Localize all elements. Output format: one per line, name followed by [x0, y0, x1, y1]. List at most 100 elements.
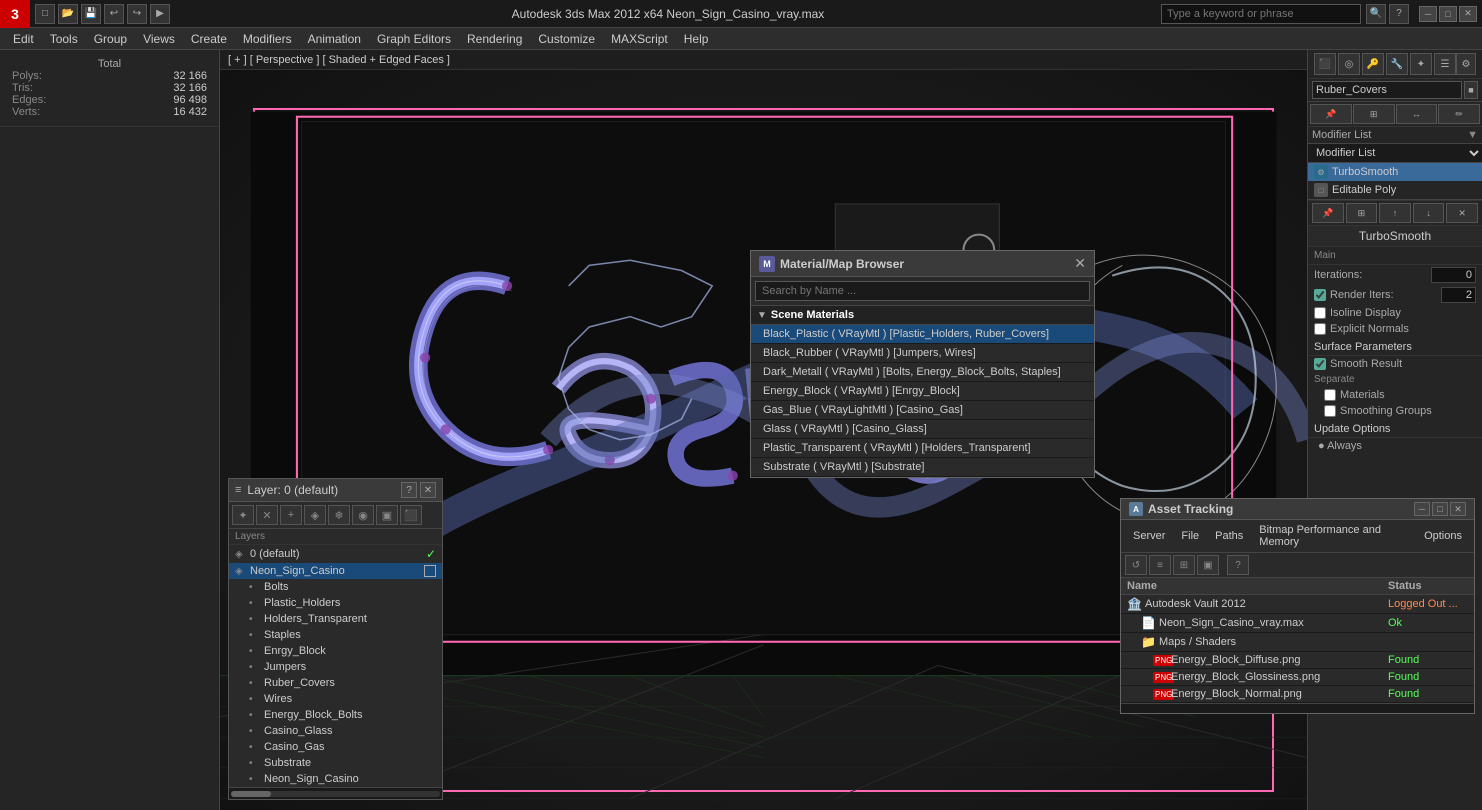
at-menu-server[interactable]: Server — [1125, 528, 1173, 544]
modifier-turbosmooth[interactable]: ⚙ TurboSmooth — [1308, 163, 1482, 181]
select-tab[interactable]: ⊞ — [1353, 104, 1395, 124]
menu-tools[interactable]: Tools — [42, 30, 86, 48]
menu-create[interactable]: Create — [183, 30, 235, 48]
at-restore-button[interactable]: □ — [1432, 502, 1448, 516]
mat-search-input[interactable] — [755, 281, 1090, 301]
rp-icon-1[interactable]: ⬛ — [1314, 53, 1336, 75]
layer-render-button[interactable]: ▣ — [376, 505, 398, 525]
layer-freeze-button[interactable]: ❄ — [328, 505, 350, 525]
layer-close-button[interactable]: ✕ — [420, 482, 436, 498]
menu-customize[interactable]: Customize — [530, 30, 603, 48]
asset-item[interactable]: PNG Energy_Block_Diffuse.png Found — [1121, 652, 1474, 669]
mat-browser-close-button[interactable]: ✕ — [1074, 255, 1086, 272]
at-scrollbar[interactable] — [1121, 703, 1474, 713]
modifier-list-dropdown-icon[interactable]: ▼ — [1467, 129, 1478, 141]
menu-group[interactable]: Group — [86, 30, 135, 48]
layer-item[interactable]: •Holders_Transparent — [229, 611, 442, 627]
expand-modifier-button[interactable]: ⊞ — [1346, 203, 1378, 223]
explicit-normals-checkbox[interactable] — [1314, 323, 1326, 335]
at-grid-view-button[interactable]: ⊞ — [1173, 555, 1195, 575]
edit-tab[interactable]: ✏ — [1438, 104, 1480, 124]
close-button[interactable]: ✕ — [1459, 6, 1477, 22]
material-item[interactable]: Glass ( VRayMtl ) [Casino_Glass] — [751, 420, 1094, 439]
mat-section-header[interactable]: ▼ Scene Materials — [751, 306, 1094, 325]
layer-item[interactable]: •Ruber_Covers — [229, 675, 442, 691]
menu-views[interactable]: Views — [135, 30, 183, 48]
iterations-input[interactable] — [1431, 267, 1476, 283]
at-large-icons-button[interactable]: ▣ — [1197, 555, 1219, 575]
layer-item[interactable]: ◈0 (default)✓ — [229, 545, 442, 563]
xform-tab[interactable]: ↔ — [1396, 104, 1438, 124]
move-down-button[interactable]: ↓ — [1413, 203, 1445, 223]
at-menu-bitmap-perf[interactable]: Bitmap Performance and Memory — [1251, 522, 1416, 550]
tb-redo[interactable]: ↪ — [127, 4, 147, 24]
layer-item[interactable]: •Casino_Gas — [229, 739, 442, 755]
tb-new[interactable]: □ — [35, 4, 55, 24]
layer-item[interactable]: •Bolts — [229, 579, 442, 595]
move-up-button[interactable]: ↑ — [1379, 203, 1411, 223]
material-item[interactable]: Black_Plastic ( VRayMtl ) [Plastic_Holde… — [751, 325, 1094, 344]
material-item[interactable]: Energy_Block ( VRayMtl ) [Enrgy_Block] — [751, 382, 1094, 401]
pin-modifier-button[interactable]: 📌 — [1312, 203, 1344, 223]
menu-help[interactable]: Help — [676, 30, 717, 48]
at-refresh-button[interactable]: ↺ — [1125, 555, 1147, 575]
smoothing-groups-checkbox[interactable] — [1324, 405, 1336, 417]
material-item[interactable]: Substrate ( VRayMtl ) [Substrate] — [751, 458, 1094, 477]
delete-modifier-button[interactable]: ✕ — [1446, 203, 1478, 223]
render-iters-checkbox[interactable] — [1314, 289, 1326, 301]
at-list-view-button[interactable]: ≡ — [1149, 555, 1171, 575]
materials-checkbox[interactable] — [1324, 389, 1336, 401]
menu-edit[interactable]: Edit — [5, 30, 42, 48]
layer-item[interactable]: •Enrgy_Block — [229, 643, 442, 659]
layer-item[interactable]: •Jumpers — [229, 659, 442, 675]
layer-item[interactable]: •Wires — [229, 691, 442, 707]
layer-hide-button[interactable]: ◉ — [352, 505, 374, 525]
asset-item[interactable]: PNG Energy_Block_Glossiness.png Found — [1121, 669, 1474, 686]
restore-button[interactable]: □ — [1439, 6, 1457, 22]
isoline-checkbox[interactable] — [1314, 307, 1326, 319]
menu-maxscript[interactable]: MAXScript — [603, 30, 676, 48]
tb-undo[interactable]: ↩ — [104, 4, 124, 24]
layer-list[interactable]: ◈0 (default)✓◈Neon_Sign_Casino•Bolts•Pla… — [229, 545, 442, 787]
asset-item[interactable]: 📁 Maps / Shaders — [1121, 633, 1474, 652]
minimize-button[interactable]: ─ — [1419, 6, 1437, 22]
asset-item[interactable]: PNG Energy_Block_Normal.png Found — [1121, 686, 1474, 703]
at-minimize-button[interactable]: ─ — [1414, 502, 1430, 516]
layer-item[interactable]: •Casino_Glass — [229, 723, 442, 739]
asset-item[interactable]: 🏦 Autodesk Vault 2012 Logged Out ... — [1121, 595, 1474, 614]
rp-icon-3[interactable]: 🔑 — [1362, 53, 1384, 75]
render-iters-input[interactable] — [1441, 287, 1476, 303]
search-btn[interactable]: 🔍 — [1366, 4, 1386, 24]
modifier-list-select[interactable]: Modifier List — [1308, 144, 1482, 163]
at-menu-options[interactable]: Options — [1416, 528, 1470, 544]
layer-delete-button[interactable]: ✕ — [256, 505, 278, 525]
at-list[interactable]: 🏦 Autodesk Vault 2012 Logged Out ... 📄 N… — [1121, 595, 1474, 703]
menu-modifiers[interactable]: Modifiers — [235, 30, 300, 48]
layer-new-button[interactable]: ✦ — [232, 505, 254, 525]
menu-graph-editors[interactable]: Graph Editors — [369, 30, 459, 48]
layer-select-objects-button[interactable]: ◈ — [304, 505, 326, 525]
layer-item[interactable]: •Staples — [229, 627, 442, 643]
material-item[interactable]: Plastic_Transparent ( VRayMtl ) [Holders… — [751, 439, 1094, 458]
tb-open[interactable]: 📂 — [58, 4, 78, 24]
at-menu-paths[interactable]: Paths — [1207, 528, 1251, 544]
layer-scrollbar[interactable] — [229, 787, 442, 799]
rp-icon-2[interactable]: ◎ — [1338, 53, 1360, 75]
at-close-button[interactable]: ✕ — [1450, 502, 1466, 516]
pin-tab[interactable]: 📌 — [1310, 104, 1352, 124]
menu-animation[interactable]: Animation — [300, 30, 369, 48]
layer-item[interactable]: •Plastic_Holders — [229, 595, 442, 611]
menu-rendering[interactable]: Rendering — [459, 30, 530, 48]
asset-item[interactable]: 📄 Neon_Sign_Casino_vray.max Ok — [1121, 614, 1474, 633]
rp-settings-icon[interactable]: ⚙ — [1456, 53, 1476, 75]
layer-help-button[interactable]: ? — [401, 482, 417, 498]
tb-save[interactable]: 💾 — [81, 4, 101, 24]
scrollbar-track[interactable] — [231, 791, 440, 797]
material-item[interactable]: Black_Rubber ( VRayMtl ) [Jumpers, Wires… — [751, 344, 1094, 363]
material-item[interactable]: Gas_Blue ( VRayLightMtl ) [Casino_Gas] — [751, 401, 1094, 420]
layer-item[interactable]: ◈Neon_Sign_Casino — [229, 563, 442, 579]
at-menu-file[interactable]: File — [1173, 528, 1207, 544]
object-name-input[interactable] — [1312, 81, 1462, 99]
object-color-swatch[interactable]: ■ — [1464, 81, 1478, 99]
scrollbar-thumb[interactable] — [231, 791, 271, 797]
